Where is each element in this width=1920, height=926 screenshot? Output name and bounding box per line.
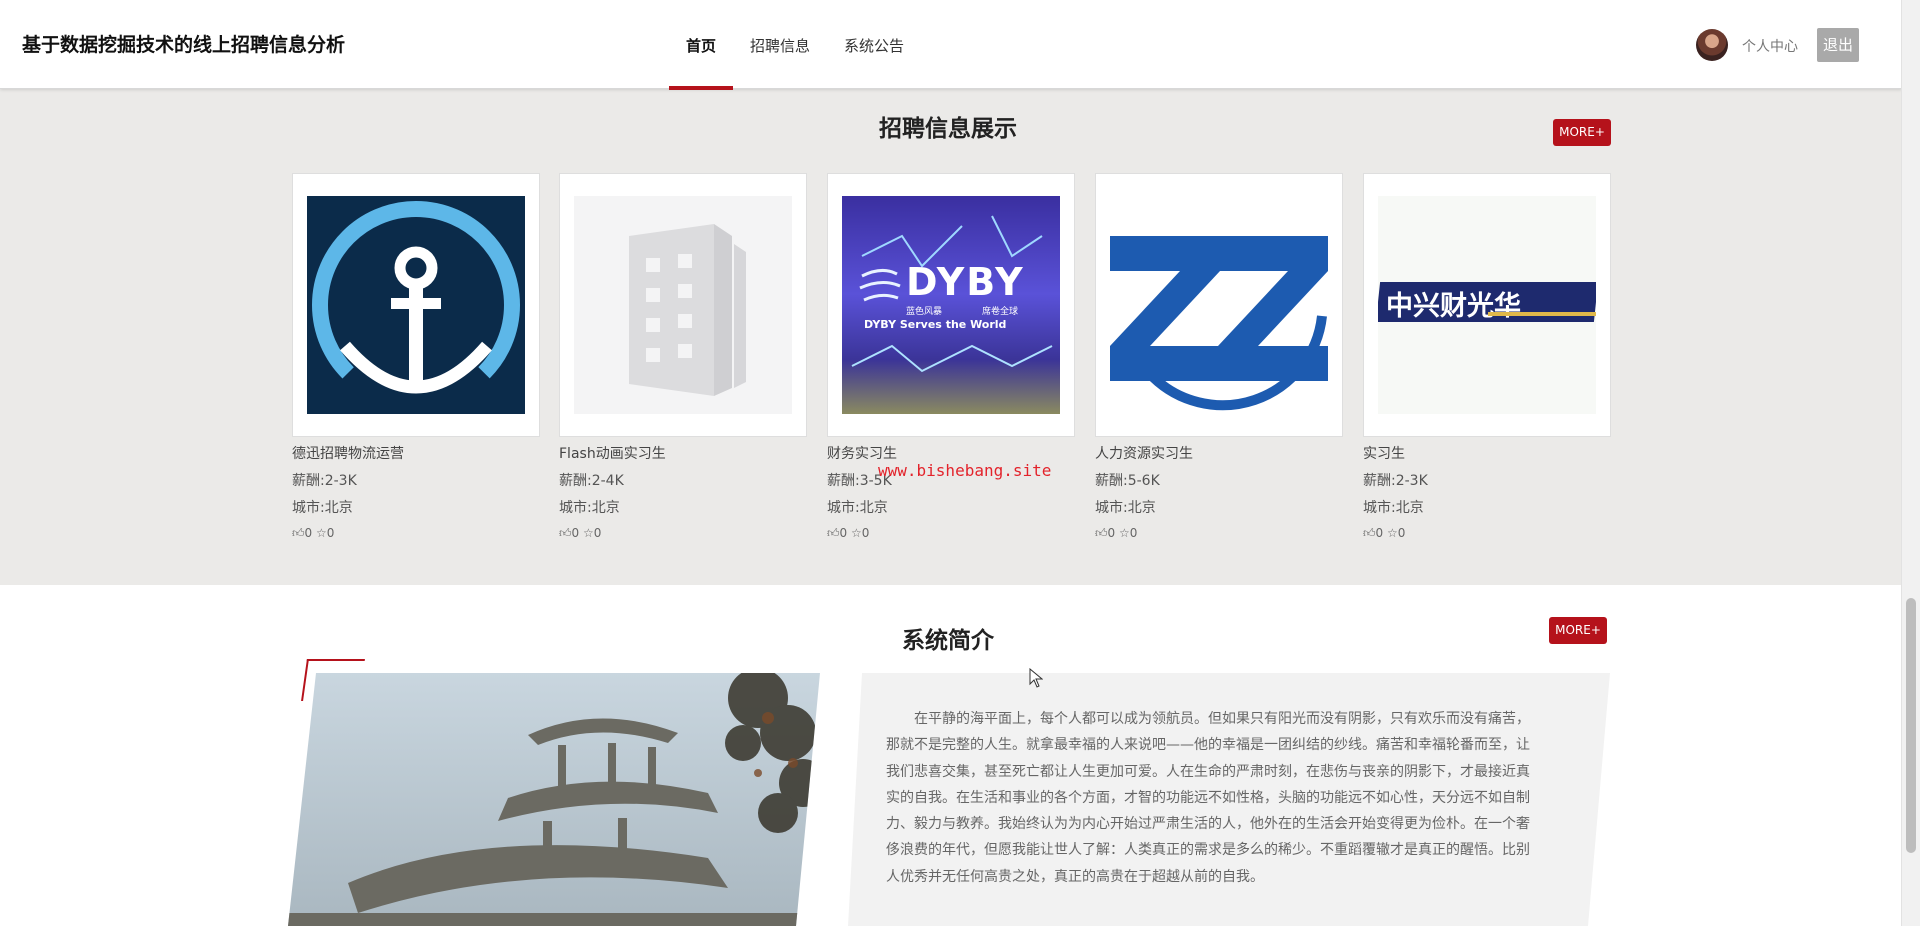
job-thumbnail[interactable]: DYBY 蓝色风暴 席卷全球 DYBY Serves the World (827, 173, 1075, 437)
star-icon[interactable]: ☆ (1387, 526, 1398, 540)
dyby-logo: DYBY 蓝色风暴 席卷全球 DYBY Serves the World (842, 196, 1060, 414)
zz-logo (1110, 196, 1328, 414)
nav-home[interactable]: 首页 (669, 0, 734, 90)
job-thumbnail[interactable] (1095, 173, 1343, 437)
like-count: 0 (304, 526, 313, 540)
main-nav: 首页 招聘信息 系统公告 (669, 0, 921, 90)
nav-announcements[interactable]: 系统公告 (827, 0, 921, 88)
job-salary: 薪酬:2-4K (559, 473, 624, 489)
dyby-slogan: DYBY Serves the World (864, 318, 1007, 331)
job-card[interactable]: 德迅招聘物流运营 薪酬:2-3K 城市:北京 👍︎0 ☆0 (292, 173, 542, 541)
favorite-count: 0 (861, 526, 870, 540)
watermark: www.bishebang.site (878, 461, 1052, 480)
star-icon[interactable]: ☆ (851, 526, 862, 540)
mouse-cursor-icon (1029, 668, 1043, 688)
intro-section-title: 系统简介 (902, 628, 994, 654)
like-count: 0 (1107, 526, 1116, 540)
job-stats: 👍︎0 ☆0 (559, 526, 809, 541)
avatar[interactable] (1696, 29, 1728, 61)
thumbs-up-icon[interactable]: 👍︎ (559, 526, 572, 540)
job-card[interactable]: 中兴财光华 实习生 薪酬:2-3K 城市:北京 👍︎0 ☆0 (1363, 173, 1613, 541)
favorite-count: 0 (1397, 526, 1406, 540)
favorite-count: 0 (1129, 526, 1138, 540)
job-card[interactable]: Flash动画实习生 薪酬:2-4K 城市:北京 👍︎0 ☆0 (559, 173, 809, 541)
job-stats: 👍︎0 ☆0 (1095, 526, 1345, 541)
job-stats: 👍︎0 ☆0 (1363, 526, 1613, 541)
like-count: 0 (571, 526, 580, 540)
intro-text: 在平静的海平面上，每个人都可以成为领航员。但如果只有阳光而没有阴影，只有欢乐而没… (886, 711, 1530, 885)
scrollbar-thumb[interactable] (1906, 598, 1916, 853)
star-icon[interactable]: ☆ (583, 526, 594, 540)
jobs-section: 招聘信息展示 MORE+ 德迅招聘物流运营 薪酬:2-3K 城市:北京 👍︎0 … (0, 88, 1902, 585)
job-city: 城市:北京 (1095, 500, 1156, 516)
thumbs-up-icon[interactable]: 👍︎ (292, 526, 305, 540)
dyby-sub-right: 席卷全球 (982, 307, 1019, 317)
job-title[interactable]: 实习生 (1363, 445, 1613, 463)
building-placeholder (574, 196, 792, 414)
zxcg-text: 中兴财光华 (1386, 291, 1521, 322)
job-city: 城市:北京 (292, 500, 353, 516)
intro-section: 系统简介 MORE+ 在平静的海平面上，每个人都可以成为领航员。但如果只有阳光而… (0, 585, 1902, 926)
job-title[interactable]: 德迅招聘物流运营 (292, 445, 542, 463)
top-navbar: 基于数据挖掘技术的线上招聘信息分析 首页 招聘信息 系统公告 个人中心 退出 (0, 0, 1902, 90)
pavilion-photo (288, 673, 820, 926)
thumbs-up-icon[interactable]: 👍︎ (1095, 526, 1108, 540)
logout-button[interactable]: 退出 (1817, 28, 1859, 62)
dyby-sub-left: 蓝色风暴 (906, 307, 943, 317)
favorite-count: 0 (593, 526, 602, 540)
thumbs-up-icon[interactable]: 👍︎ (827, 526, 840, 540)
zxcg-logo: 中兴财光华 (1378, 196, 1596, 414)
job-city: 城市:北京 (827, 500, 888, 516)
job-salary: 薪酬:2-3K (292, 473, 357, 489)
job-stats: 👍︎0 ☆0 (827, 526, 1077, 541)
zxcg-stripe (1488, 312, 1596, 316)
job-title[interactable]: 人力资源实习生 (1095, 445, 1345, 463)
job-card[interactable]: DYBY 蓝色风暴 席卷全球 DYBY Serves the World 财务实… (827, 173, 1077, 541)
user-center-link[interactable]: 个人中心 (1742, 36, 1798, 56)
dyby-main-text: DYBY (906, 260, 1025, 304)
job-thumbnail[interactable] (559, 173, 807, 437)
star-icon[interactable]: ☆ (1119, 526, 1130, 540)
job-title[interactable]: Flash动画实习生 (559, 445, 809, 463)
like-count: 0 (839, 526, 848, 540)
anchor-logo (307, 196, 525, 414)
page-scrollbar[interactable] (1901, 0, 1920, 926)
favorite-count: 0 (326, 526, 335, 540)
job-salary: 薪酬:5-6K (1095, 473, 1160, 489)
job-thumbnail[interactable] (292, 173, 540, 437)
job-thumbnail[interactable]: 中兴财光华 (1363, 173, 1611, 437)
like-count: 0 (1375, 526, 1384, 540)
job-salary: 薪酬:2-3K (1363, 473, 1428, 489)
jobs-section-title: 招聘信息展示 (879, 116, 1017, 142)
jobs-more-button[interactable]: MORE+ (1553, 119, 1611, 146)
intro-more-button[interactable]: MORE+ (1549, 617, 1607, 644)
star-icon[interactable]: ☆ (316, 526, 327, 540)
job-stats: 👍︎0 ☆0 (292, 526, 542, 541)
job-card[interactable]: 人力资源实习生 薪酬:5-6K 城市:北京 👍︎0 ☆0 (1095, 173, 1345, 541)
thumbs-up-icon[interactable]: 👍︎ (1363, 526, 1376, 540)
site-title: 基于数据挖掘技术的线上招聘信息分析 (22, 34, 346, 56)
job-city: 城市:北京 (1363, 500, 1424, 516)
nav-jobs[interactable]: 招聘信息 (733, 0, 827, 88)
job-city: 城市:北京 (559, 500, 620, 516)
